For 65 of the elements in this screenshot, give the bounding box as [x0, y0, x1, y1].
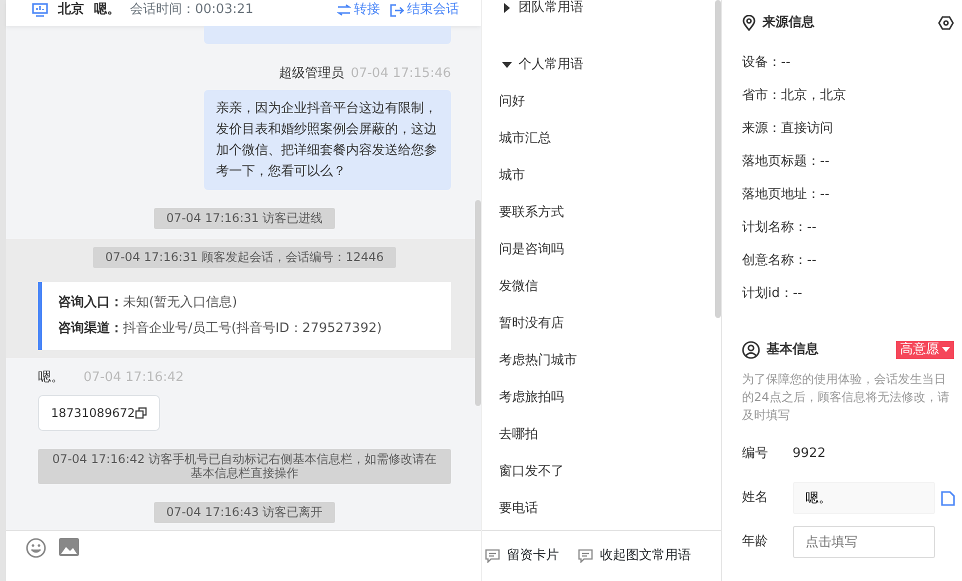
section-title: 基本信息 — [766, 341, 820, 360]
footer-link[interactable]: 收起图文常用语 — [578, 546, 691, 566]
user-icon — [742, 341, 760, 359]
source-field: 计划id：-- — [742, 277, 962, 310]
message-icon — [485, 549, 500, 563]
system-notice: 07-04 17:16:31 顾客发起会话，会话编号：12446 — [93, 246, 396, 268]
phrase-item[interactable]: 去哪拍 — [482, 416, 713, 453]
phrase-item[interactable]: 发微信 — [482, 268, 713, 305]
source-field: 落地页地址：-- — [742, 178, 962, 211]
info-label: 咨询入口： — [58, 294, 123, 312]
phrase-item[interactable]: 要电话 — [482, 490, 713, 527]
caret-right-icon — [502, 3, 512, 13]
field-label: 编号 — [742, 445, 769, 464]
phrase-item[interactable]: 问好 — [482, 83, 713, 120]
phrase-group-header[interactable]: 团队常用语 — [482, 0, 713, 16]
info-label: 咨询渠道： — [58, 320, 123, 338]
source-field: 省市：北京，北京 — [742, 79, 962, 112]
source-field: 落地页标题：-- — [742, 145, 962, 178]
message-time: 07-04 17:15:46 — [350, 65, 451, 83]
system-notice: 07-04 17:16:43 访客已离开 — [154, 502, 335, 523]
settings-icon[interactable] — [938, 15, 954, 31]
caret-down-icon — [942, 347, 950, 353]
exit-icon — [390, 4, 404, 16]
phrase-item[interactable]: 考虑旅拍吗 — [482, 379, 713, 416]
source-field: 创意名称：-- — [742, 244, 962, 277]
input-field[interactable]: 点击填写 — [792, 526, 934, 558]
field-label: 姓名 — [742, 489, 769, 508]
source-field: 来源：直接访问 — [742, 112, 962, 145]
sender-name: 超级管理员 — [279, 65, 344, 83]
copy-icon[interactable] — [134, 407, 147, 420]
source-field: 计划名称：-- — [742, 211, 962, 244]
message-icon — [578, 549, 594, 563]
monitor-icon — [32, 3, 48, 17]
sender-name: 嗯。 — [38, 368, 64, 387]
session-duration: 会话时间：00:03:21 — [130, 1, 254, 20]
field-value: 9922 — [792, 445, 826, 464]
footer-link[interactable]: 留资卡片 — [485, 546, 559, 566]
phrase-item[interactable]: 要联系方式 — [482, 194, 713, 231]
info-value: 未知(暂无入口信息) — [123, 294, 238, 312]
phrase-item[interactable]: 城市汇总 — [482, 120, 713, 157]
field-label: 年龄 — [742, 533, 769, 552]
phrase-item[interactable]: 城市 — [482, 157, 713, 194]
notice-text: 为了保障您的使用体验，会话发生当日的24点之后，顾客信息将无法修改，请及时填写 — [742, 371, 950, 424]
info-value: 抖音企业号/员工号(抖音号ID：279527392) — [123, 320, 382, 338]
swap-arrows-icon — [336, 4, 350, 16]
input-field[interactable]: 嗯。 — [792, 482, 934, 514]
source-field: 设备：-- — [742, 46, 962, 79]
image-icon[interactable] — [58, 538, 78, 556]
location-pin-icon — [742, 15, 756, 31]
phone-number: 18731089672 — [51, 405, 135, 422]
location-text: 北京 — [58, 0, 84, 20]
phrase-item[interactable]: 考虑热门城市 — [482, 342, 713, 379]
phrase-item[interactable]: 问是咨询吗 — [482, 231, 713, 268]
system-notice: 07-04 17:16:42 访客手机号已自动标记右侧基本信息栏，如需修改请在基本信息栏直接操作 — [38, 449, 451, 484]
message-time: 07-04 17:16:42 — [84, 368, 184, 387]
section-title: 来源信息 — [762, 14, 816, 32]
intent-tag-dropdown[interactable]: 高意愿 — [896, 341, 954, 359]
emoji-icon[interactable] — [26, 538, 46, 558]
message-bubble: 亲亲，因为企业抖音平台这边有限制，发价目表和婚纱照案例会屏蔽的，这边加个微信、把详细套餐内容发送给您参考一下，您看可以么？ — [204, 90, 451, 190]
phrase-item[interactable]: 窗口发不了 — [482, 453, 713, 490]
phrase-group-header[interactable]: 个人常用语 — [482, 46, 713, 83]
system-notice: 07-04 17:16:31 访客已进线 — [154, 208, 335, 229]
visitor-name: 嗯。 — [94, 1, 120, 20]
phrase-item[interactable]: 暂时没有店 — [482, 305, 713, 342]
caret-down-icon — [502, 60, 512, 70]
